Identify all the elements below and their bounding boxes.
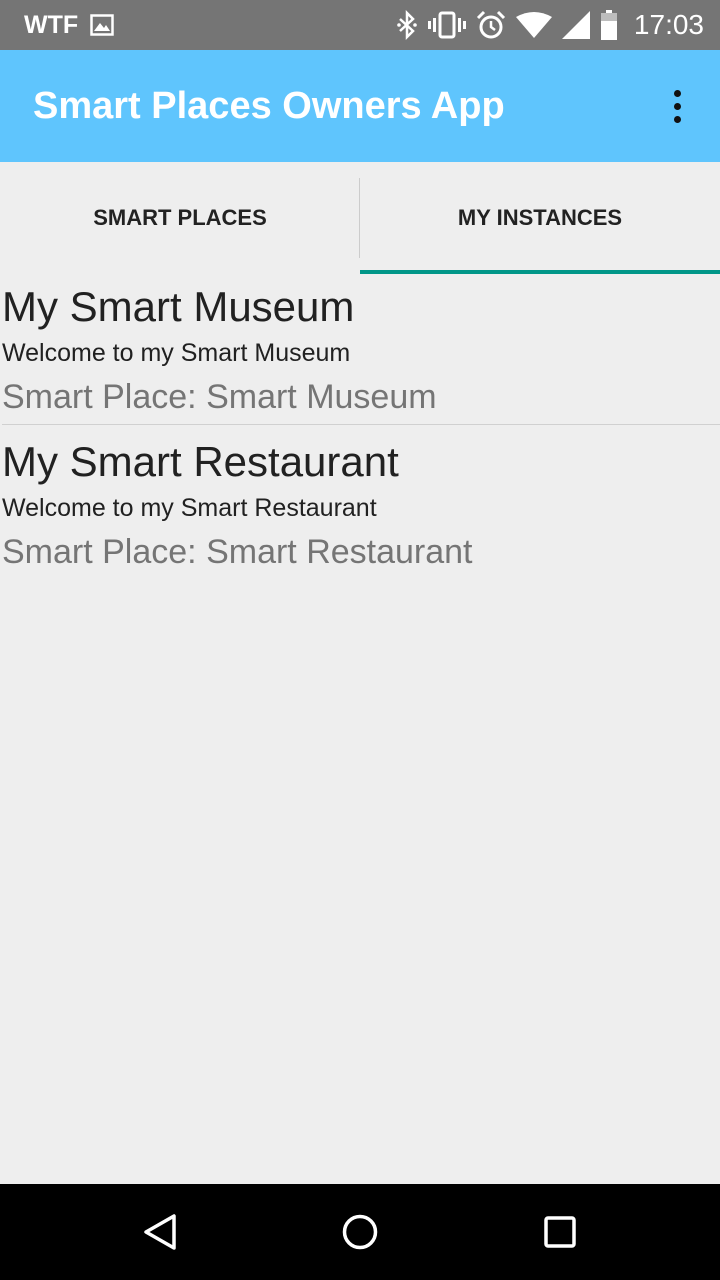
tab-divider <box>359 178 360 258</box>
home-circle-icon <box>340 1212 380 1252</box>
instance-place: Smart Place: Smart Restaurant <box>2 533 473 571</box>
tab-label: MY INSTANCES <box>457 205 623 230</box>
navigation-bar <box>0 1184 720 1280</box>
image-icon <box>90 14 114 36</box>
home-button[interactable] <box>336 1208 384 1256</box>
instance-title: My Smart Museum <box>2 283 355 330</box>
list-divider <box>2 424 720 425</box>
instance-place: Smart Place: Smart Museum <box>2 378 437 416</box>
recents-square-icon <box>540 1212 580 1252</box>
more-vert-icon-dot <box>673 102 681 110</box>
signal-icon <box>561 11 590 39</box>
bluetooth-icon <box>396 10 418 40</box>
status-right: 17:03 <box>396 0 704 50</box>
status-left: WTF <box>24 0 114 50</box>
back-triangle-icon <box>140 1212 180 1252</box>
vibrate-icon <box>427 11 466 39</box>
instance-subtitle: Welcome to my Smart Museum <box>2 339 351 367</box>
tab-label: SMART PLACES <box>93 205 267 230</box>
tab-bar: SMART PLACES MY INSTANCES <box>0 162 720 274</box>
recents-button[interactable] <box>536 1208 584 1256</box>
more-vert-icon <box>673 89 681 97</box>
wifi-icon <box>515 11 552 39</box>
instance-subtitle: Welcome to my Smart Restaurant <box>2 494 377 522</box>
overflow-menu-button[interactable] <box>662 86 692 126</box>
tab-smart-places[interactable]: SMART PLACES <box>0 162 360 274</box>
alarm-icon <box>476 10 506 40</box>
more-vert-icon-dot <box>673 115 681 123</box>
tab-my-instances[interactable]: MY INSTANCES <box>360 162 720 274</box>
status-time: 17:03 <box>633 9 704 40</box>
battery-icon <box>600 10 618 40</box>
instances-list: My Smart Museum Welcome to my Smart Muse… <box>0 274 720 579</box>
app-title: Smart Places Owners App <box>33 85 505 127</box>
instance-title: My Smart Restaurant <box>2 438 399 485</box>
list-item[interactable]: My Smart Restaurant Welcome to my Smart … <box>0 429 720 579</box>
carrier-label: WTF <box>24 10 79 39</box>
status-bar: WTF 17:03 <box>0 0 720 50</box>
back-button[interactable] <box>136 1208 184 1256</box>
app-bar: Smart Places Owners App <box>0 50 720 162</box>
list-item[interactable]: My Smart Museum Welcome to my Smart Muse… <box>0 274 720 429</box>
